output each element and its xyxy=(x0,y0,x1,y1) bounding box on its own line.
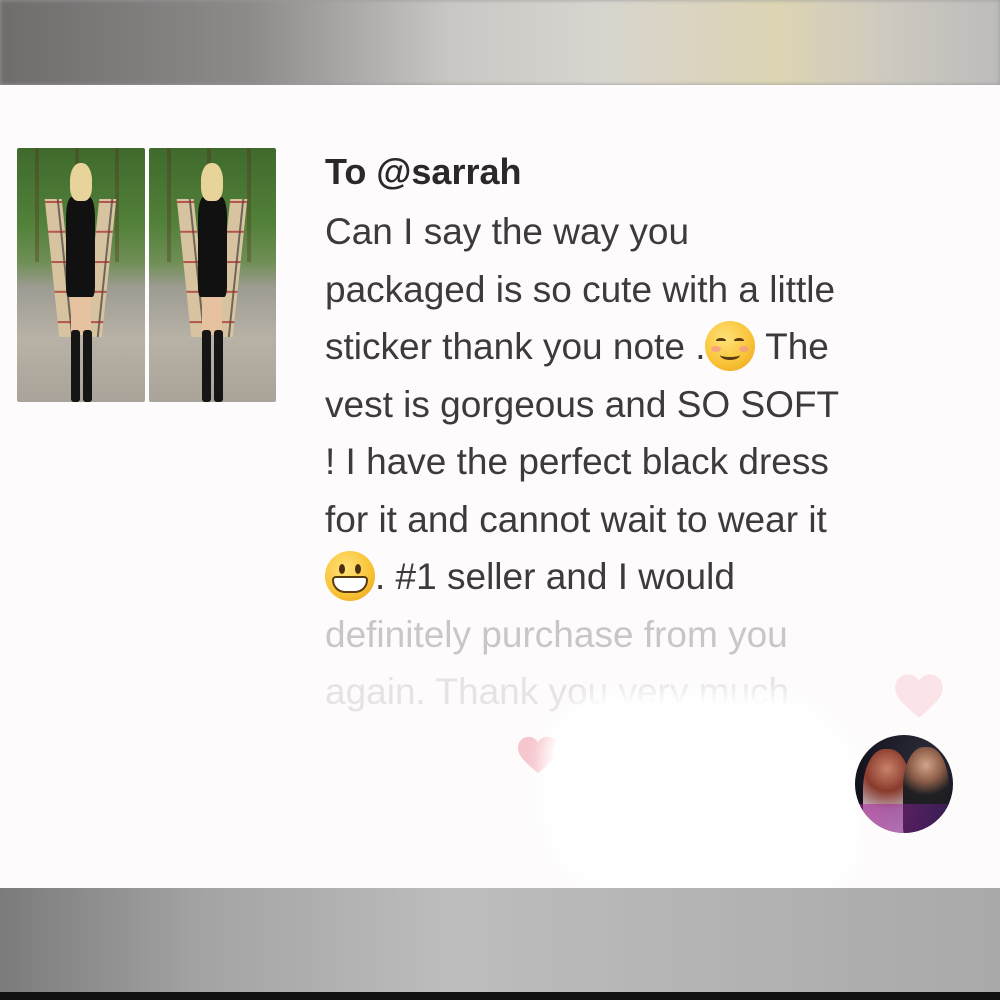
product-photo-front xyxy=(17,148,145,402)
heart-icon xyxy=(893,672,945,720)
comment-line: packaged is so cute with a little xyxy=(325,268,836,310)
comment-line: Can I say the way you xyxy=(325,211,690,252)
avatar[interactable] xyxy=(855,735,953,833)
comment-line-faded: definitely purchase from you xyxy=(325,613,788,655)
comment-line: sticker thank you note . The xyxy=(325,318,965,376)
blurred-background-top xyxy=(0,0,1000,85)
smiling-face-emoji xyxy=(705,321,756,371)
blurred-background-bottom xyxy=(0,888,1000,1000)
comment-line: for it and cannot wait to wear it xyxy=(325,498,827,540)
grinning-face-emoji xyxy=(325,551,375,601)
comment-line: vest is gorgeous and SO SOFT xyxy=(325,383,840,425)
comment-line: ! I have the perfect black dress xyxy=(325,441,829,482)
comment-reply-card: To @sarrah Can I say the way you package… xyxy=(0,85,1000,888)
redacted-username xyxy=(552,703,852,883)
comment-text-block: To @sarrah Can I say the way you package… xyxy=(325,149,965,721)
reply-recipient: To @sarrah xyxy=(325,151,522,192)
comment-line: . #1 seller and I would xyxy=(325,548,965,606)
product-thumbnail[interactable] xyxy=(17,148,276,402)
comment-body: Can I say the way you packaged is so cut… xyxy=(325,203,965,721)
product-photo-side xyxy=(148,148,276,402)
